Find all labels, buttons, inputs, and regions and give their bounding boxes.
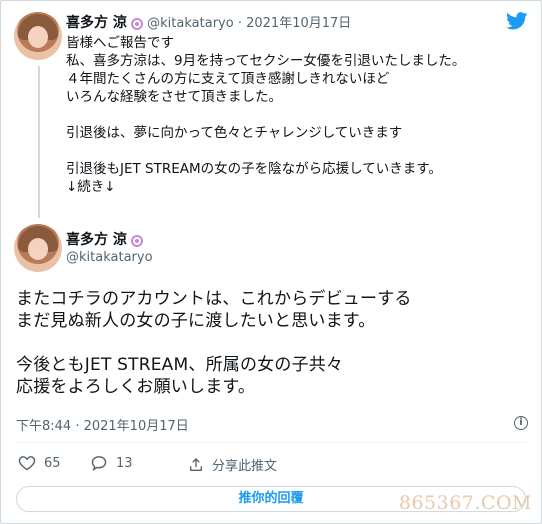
tweet2-author: 喜多方 涼 <box>66 229 144 249</box>
profile-badge-icon <box>131 234 144 247</box>
reply-count: 13 <box>116 455 133 471</box>
author-name[interactable]: 喜多方 涼 <box>66 15 127 31</box>
reply-icon <box>91 456 107 471</box>
info-icon[interactable]: i <box>514 416 528 430</box>
like-button[interactable]: 65 <box>18 455 61 471</box>
tweet1-text: 皆様へご報告です 私、喜多方涼は、9月を持ってセクシー女優を引退いたしました。 … <box>66 35 466 195</box>
watermark: 865367.COM <box>398 492 532 514</box>
share-button[interactable]: 分享此推文 <box>188 455 277 474</box>
author-handle[interactable]: @kitakataryo <box>66 250 153 265</box>
tweet-timestamp[interactable]: 下午8:44 · 2021年10月17日 <box>16 415 189 434</box>
like-count: 65 <box>44 455 61 471</box>
tweet2-text: またコチラのアカウントは、これからデビューする まだ見ぬ新人の女の子に渡したいと… <box>16 289 412 397</box>
thread-connector <box>38 66 40 218</box>
author-name[interactable]: 喜多方 涼 <box>66 232 127 248</box>
avatar[interactable] <box>14 12 62 60</box>
tweet1-header: 喜多方 涼 @kitakataryo · 2021年10月17日 <box>66 12 351 32</box>
profile-badge-icon <box>131 17 144 30</box>
share-label: 分享此推文 <box>212 459 278 474</box>
divider <box>16 442 526 443</box>
twitter-bird-icon[interactable] <box>506 12 528 30</box>
avatar[interactable] <box>14 224 62 272</box>
separator: · <box>237 16 242 31</box>
heart-icon <box>18 456 36 471</box>
tweet-date[interactable]: 2021年10月17日 <box>246 16 351 31</box>
reply-button[interactable]: 13 <box>90 455 133 471</box>
share-icon <box>190 457 202 471</box>
author-handle[interactable]: @kitakataryo <box>147 16 234 31</box>
